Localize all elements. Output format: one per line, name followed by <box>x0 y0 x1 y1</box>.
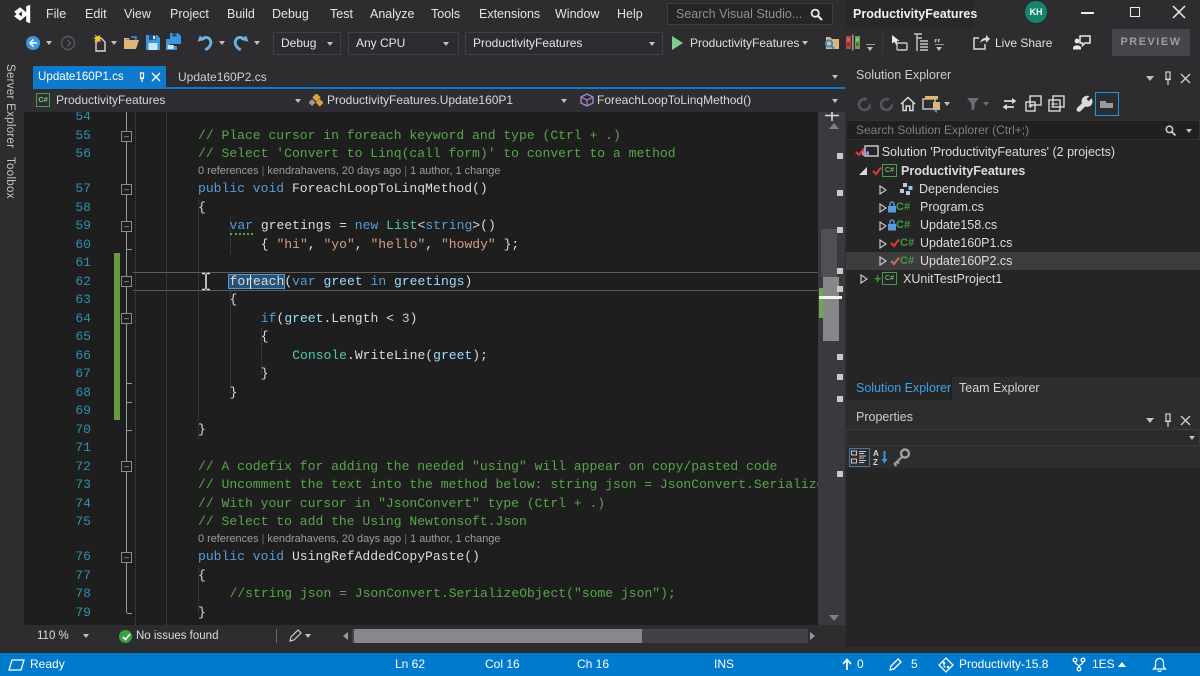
svg-text:Z: Z <box>873 458 878 466</box>
svg-text:A: A <box>873 449 879 458</box>
